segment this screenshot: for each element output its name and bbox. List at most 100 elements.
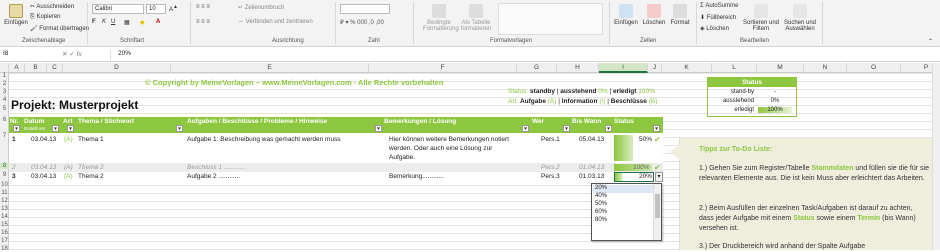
styles-gallery[interactable] <box>498 3 603 35</box>
row-headers: 1 2 3 4 5 6 7 8 9 10 11 12 13 14 15 16 17 18 <box>0 73 9 252</box>
borders-icon[interactable]: ▦ <box>124 19 130 26</box>
font-color-icon[interactable]: A <box>156 19 160 25</box>
row-header[interactable]: 9 <box>0 172 9 178</box>
column-header-a[interactable]: A <box>9 63 25 73</box>
row-header[interactable]: 5 <box>0 106 9 112</box>
italic-button[interactable]: K <box>102 19 106 25</box>
tips-paragraph-1: 1.) Gehen Sie zum Register/Tabelle Stamm… <box>699 164 929 184</box>
cell-dropdown-button[interactable]: ▾ <box>655 172 663 182</box>
formula-cancel-icon[interactable]: ✕ ✓ fx <box>62 50 82 58</box>
paste-button[interactable]: Einfügen <box>2 4 30 26</box>
cut-button[interactable]: ✂ Ausschneiden <box>30 3 74 10</box>
row-status: 100% <box>633 164 650 171</box>
column-header-n[interactable]: N <box>804 63 847 73</box>
insert-cells-button[interactable]: Einfügen <box>612 4 640 26</box>
name-box[interactable]: I8 <box>0 50 55 60</box>
sort-filter-button[interactable]: Sortieren und Filtern <box>742 4 780 32</box>
filter-dropdown-icon[interactable]: ▾ <box>375 125 382 132</box>
column-header-h[interactable]: H <box>557 63 599 73</box>
percent-icon[interactable]: ₽ ▾ % 000 ,0 ,00 <box>340 19 384 26</box>
row-header[interactable]: 6 <box>0 117 9 123</box>
column-header-c[interactable]: C <box>47 63 63 73</box>
dropdown-option[interactable]: 60% <box>595 209 607 215</box>
row-header[interactable]: 7 <box>0 133 9 139</box>
row-header[interactable]: 11 <box>0 190 9 196</box>
formula-input[interactable]: 20% <box>118 50 131 57</box>
align-left-icon[interactable]: ≡ ≡ ≡ <box>196 19 210 25</box>
filter-dropdown-icon[interactable]: ▾ <box>653 125 660 132</box>
format-as-table-button[interactable]: Als Tabelle formatieren <box>460 4 492 32</box>
dropdown-scrollbar[interactable] <box>653 184 661 240</box>
merge-center-button[interactable]: ⇔ Verbinden und zentrieren <box>238 19 313 25</box>
row-header[interactable]: 15 <box>0 222 9 228</box>
filter-dropdown-icon[interactable]: ▾ <box>605 125 612 132</box>
status-dropdown-list[interactable]: 20% 40% 50% 60% 80% <box>591 183 662 241</box>
row-header[interactable]: 17 <box>0 238 9 244</box>
column-header-i[interactable]: I <box>599 63 648 73</box>
table-row[interactable]: 2 03.04.13 (A) Thema 2 Beschluss 1 .....… <box>9 163 663 172</box>
autosum-button[interactable]: Σ AutoSumme <box>700 3 738 9</box>
bold-button[interactable]: F <box>92 19 96 25</box>
done-label: erledigt <box>612 88 637 95</box>
format-cells-button[interactable]: Format <box>666 4 694 26</box>
ribbon-separator <box>87 2 88 44</box>
filter-dropdown-icon[interactable]: ▾ <box>13 125 20 132</box>
filter-dropdown-icon[interactable]: ▾ <box>67 125 74 132</box>
font-name-select[interactable]: Calibri <box>92 4 144 14</box>
clear-button[interactable]: ◈ Löschen <box>700 25 729 32</box>
row-header[interactable]: 8 <box>0 163 9 169</box>
copy-button[interactable]: ⎘ Kopieren <box>30 14 61 21</box>
row-header[interactable]: 10 <box>0 182 9 188</box>
row-header[interactable]: 2 <box>0 81 9 87</box>
filter-dropdown-icon[interactable]: ▾ <box>176 125 183 132</box>
format-painter-button[interactable]: 🖌 Format übertragen <box>30 25 89 32</box>
filter-dropdown-icon[interactable]: ▾ <box>52 125 59 132</box>
scrollbar-thumb[interactable] <box>655 194 660 218</box>
row-header[interactable]: 13 <box>0 206 9 212</box>
column-header-e[interactable]: E <box>171 63 369 73</box>
tips-paragraph-2: 2.) Beim Ausfüllen der einzelnen Task/Au… <box>699 204 929 234</box>
column-header-g[interactable]: G <box>517 63 557 73</box>
wrap-text-button[interactable]: ↵ Zeilenumbruch <box>238 4 284 11</box>
column-header-l[interactable]: L <box>712 63 757 73</box>
row-header[interactable]: 12 <box>0 198 9 204</box>
dropdown-option[interactable]: 50% <box>595 201 607 207</box>
column-header-d[interactable]: D <box>63 63 171 73</box>
vertical-scrollbar[interactable] <box>932 63 940 250</box>
delete-cells-button[interactable]: Löschen <box>640 4 668 26</box>
fill-button[interactable]: ⬇ Füllbereich <box>700 14 736 21</box>
row-header[interactable]: 16 <box>0 230 9 236</box>
column-header-k[interactable]: K <box>662 63 712 73</box>
collapse-ribbon-icon[interactable]: ⌃ <box>928 38 933 45</box>
status-panel-label: erledigt <box>734 107 754 113</box>
dropdown-option[interactable]: 20% <box>595 185 607 191</box>
find-select-button[interactable]: Suchen und Auswählen <box>783 4 817 32</box>
number-format-select[interactable] <box>340 4 390 14</box>
column-header-b[interactable]: B <box>25 63 47 73</box>
align-top-icon[interactable]: ≡ ≡ ≡ <box>196 4 210 10</box>
fill-color-icon[interactable]: ◆ <box>140 19 145 26</box>
column-header-j[interactable]: J <box>648 63 662 73</box>
filter-dropdown-icon[interactable]: ▾ <box>563 125 570 132</box>
conditional-format-button[interactable]: Bedingte Formatierung <box>423 4 459 32</box>
dropdown-option[interactable]: 80% <box>595 217 607 223</box>
font-size-select[interactable]: 10 <box>146 4 166 14</box>
column-header-m[interactable]: M <box>757 63 804 73</box>
column-header-f[interactable]: F <box>369 63 517 73</box>
underline-button[interactable]: U <box>111 19 115 25</box>
filter-dropdown-icon[interactable]: ▾ <box>522 125 529 132</box>
dropdown-option[interactable]: 40% <box>595 193 607 199</box>
table-row[interactable]: 3 03.04.13 (A) Thema 2 Aufgabe 2 .......… <box>9 172 663 182</box>
column-header-o[interactable]: O <box>847 63 901 73</box>
separator: | <box>558 98 560 105</box>
row-header[interactable]: 18 <box>0 246 9 252</box>
row-header[interactable]: 14 <box>0 214 9 220</box>
grow-font-button[interactable]: A▲ <box>169 4 178 13</box>
table-row[interactable]: 1 03.04.13 (A) Thema 1 Aufgabe 1: Beschr… <box>9 133 663 163</box>
row-nr: 2 <box>12 164 16 171</box>
row-header[interactable]: 3 <box>0 89 9 95</box>
tips-panel: Tipps zur To-Do Liste: 1.) Gehen Sie zum… <box>670 138 940 250</box>
row-header[interactable]: 1 <box>0 73 9 79</box>
status-panel-label: ausstehend <box>722 98 754 104</box>
row-header[interactable]: 4 <box>0 97 9 103</box>
